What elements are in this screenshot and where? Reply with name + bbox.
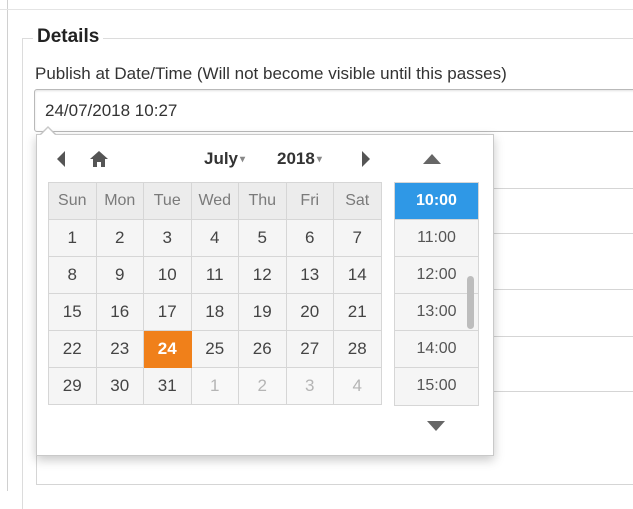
weekday-header: Sun	[48, 182, 97, 220]
year-label: 2018	[277, 149, 315, 168]
calendar-day[interactable]: 7	[333, 219, 382, 257]
calendar-day[interactable]: 22	[48, 330, 97, 368]
page-frame-left	[7, 0, 8, 491]
calendar-day[interactable]: 20	[285, 293, 334, 331]
calendar-day-next-month[interactable]: 3	[285, 367, 334, 405]
calendar-day[interactable]: 25	[190, 330, 239, 368]
calendar-day[interactable]: 15	[48, 293, 97, 331]
weekday-header: Sat	[333, 182, 382, 220]
calendar-day[interactable]: 5	[238, 219, 287, 257]
calendar-day[interactable]: 4	[190, 219, 239, 257]
calendar-day[interactable]: 16	[95, 293, 144, 331]
calendar-day[interactable]: 31	[143, 367, 192, 405]
triangle-down-icon[interactable]	[427, 421, 445, 431]
calendar-grid: Sun Mon Tue Wed Thu Fri Sat 1 2 3 4 5 6 …	[48, 182, 382, 405]
bg-field-border	[492, 336, 633, 337]
time-list-scrollbar[interactable]	[467, 276, 474, 329]
time-option[interactable]: 12:00	[395, 257, 478, 294]
weekday-header: Mon	[95, 182, 144, 220]
weekday-header: Tue	[143, 182, 192, 220]
calendar-day[interactable]: 3	[143, 219, 192, 257]
calendar-day[interactable]: 12	[238, 256, 287, 294]
weekday-header: Wed	[190, 182, 239, 220]
triangle-right-icon[interactable]	[358, 148, 374, 170]
bg-field-border	[492, 289, 633, 290]
month-label: July	[204, 149, 239, 168]
time-option[interactable]: 15:00	[395, 368, 478, 405]
bg-field-border	[36, 454, 37, 485]
calendar-week-row: 15 16 17 18 19 20 21	[48, 293, 382, 331]
chevron-down-icon: ▾	[316, 154, 322, 166]
year-select[interactable]: 2018 ▾	[277, 149, 322, 169]
calendar-day[interactable]: 29	[48, 367, 97, 405]
publish-date-input[interactable]: 24/07/2018 10:27	[34, 89, 633, 132]
popup-caret-inner	[41, 128, 55, 135]
bg-field-border	[492, 233, 633, 234]
weekday-header: Fri	[285, 182, 334, 220]
calendar-day[interactable]: 11	[190, 256, 239, 294]
calendar-day[interactable]: 14	[333, 256, 382, 294]
calendar-day[interactable]: 21	[333, 293, 382, 331]
calendar-day[interactable]: 19	[238, 293, 287, 331]
calendar-week-row: 1 2 3 4 5 6 7	[48, 219, 382, 257]
calendar-day[interactable]: 17	[143, 293, 192, 331]
calendar-day[interactable]: 27	[285, 330, 334, 368]
time-option[interactable]: 14:00	[395, 331, 478, 368]
calendar-day-next-month[interactable]: 1	[190, 367, 239, 405]
calendar-day[interactable]: 30	[95, 367, 144, 405]
calendar-day-next-month[interactable]: 2	[238, 367, 287, 405]
publish-date-label: Publish at Date/Time (Will not become vi…	[35, 64, 507, 83]
calendar-day[interactable]: 2	[95, 219, 144, 257]
triangle-left-icon[interactable]	[53, 148, 69, 170]
calendar-day-selected[interactable]: 24	[143, 330, 192, 368]
calendar-day[interactable]: 13	[285, 256, 334, 294]
page-frame-top	[0, 9, 633, 10]
bg-field-border	[492, 188, 633, 189]
calendar-day[interactable]: 6	[285, 219, 334, 257]
weekday-header: Thu	[238, 182, 287, 220]
triangle-up-icon[interactable]	[423, 154, 441, 164]
details-legend: Details	[33, 26, 104, 48]
month-select[interactable]: July ▾	[204, 149, 245, 169]
calendar-day[interactable]: 10	[143, 256, 192, 294]
home-icon[interactable]	[88, 148, 110, 170]
time-option[interactable]: 11:00	[395, 220, 478, 257]
calendar-day[interactable]: 26	[238, 330, 287, 368]
calendar-day-next-month[interactable]: 4	[333, 367, 382, 405]
calendar-day[interactable]: 8	[48, 256, 97, 294]
calendar-day[interactable]: 23	[95, 330, 144, 368]
bg-field-border	[36, 484, 633, 485]
bg-field-border	[492, 391, 633, 392]
calendar-day[interactable]: 1	[48, 219, 97, 257]
chevron-down-icon: ▾	[240, 154, 246, 166]
calendar-day[interactable]: 28	[333, 330, 382, 368]
calendar-week-row: 29 30 31 1 2 3 4	[48, 367, 382, 405]
calendar-week-row: 22 23 24 25 26 27 28	[48, 330, 382, 368]
calendar-day[interactable]: 9	[95, 256, 144, 294]
time-option[interactable]: 13:00	[395, 294, 478, 331]
time-option-selected[interactable]: 10:00	[395, 183, 478, 220]
calendar-week-row: 8 9 10 11 12 13 14	[48, 256, 382, 294]
weekday-header-row: Sun Mon Tue Wed Thu Fri Sat	[48, 182, 382, 220]
calendar-day[interactable]: 18	[190, 293, 239, 331]
